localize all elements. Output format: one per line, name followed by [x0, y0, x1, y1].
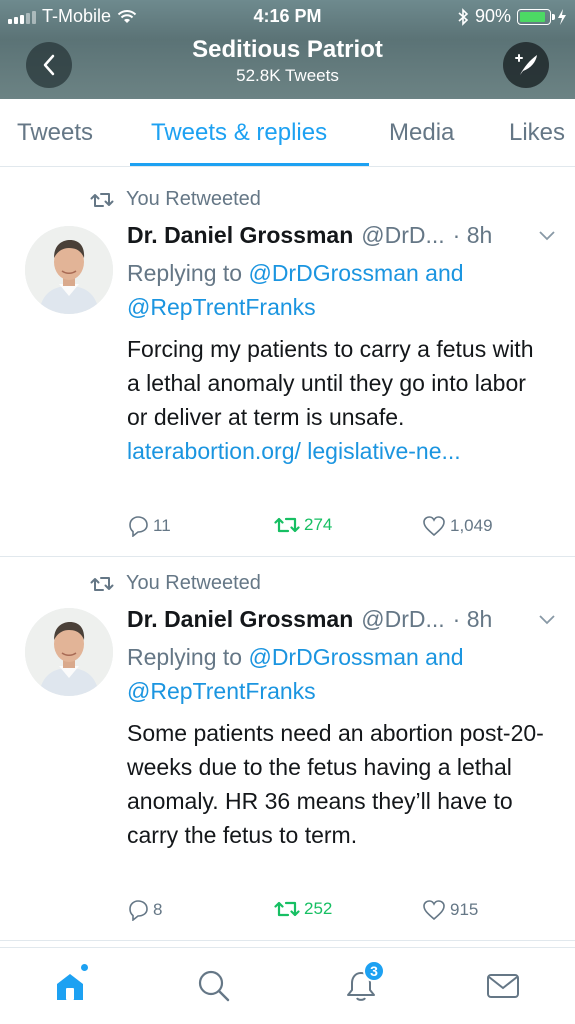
- retweet-action[interactable]: 252: [274, 899, 332, 919]
- retweet-action[interactable]: 274: [274, 515, 332, 535]
- author-name[interactable]: Dr. Daniel Grossman: [127, 222, 353, 249]
- like-action[interactable]: 1,049: [422, 515, 493, 537]
- mention-link[interactable]: @RepTrentFranks: [127, 678, 316, 704]
- tweet-text: Some patients need an abortion post-20-w…: [127, 716, 547, 852]
- like-count: 1,049: [450, 516, 493, 535]
- replying-to: Replying to @DrDGrossman and @RepTrentFr…: [127, 256, 547, 324]
- notifications-badge: 3: [363, 960, 385, 982]
- replying-prefix: Replying to: [127, 644, 249, 670]
- avatar-image: [25, 608, 113, 696]
- compose-button[interactable]: [503, 42, 549, 88]
- battery-percent: 90%: [474, 6, 511, 26]
- chevron-down-icon[interactable]: [539, 230, 555, 241]
- tweet-time: · 8h: [452, 606, 493, 632]
- like-action[interactable]: 915: [422, 899, 478, 921]
- status-right: 90%: [457, 6, 567, 27]
- reply-action[interactable]: 8: [127, 899, 162, 921]
- retweet-context: You Retweeted: [90, 572, 261, 595]
- avatar-image: [25, 226, 113, 314]
- avatar[interactable]: [25, 608, 113, 696]
- compose-tweet-icon: [515, 54, 537, 75]
- retweet-label: You Retweeted: [126, 188, 261, 210]
- battery-icon: [517, 8, 555, 25]
- tweet-text-body: Forcing my patients to carry a fetus wit…: [127, 336, 534, 430]
- chevron-down-icon[interactable]: [539, 614, 555, 625]
- tweet-time: · 8h: [452, 222, 493, 248]
- mail-icon: [487, 974, 519, 998]
- replying-prefix: Replying to: [127, 260, 249, 286]
- nav-search[interactable]: [194, 966, 234, 1006]
- tweet-actions: 8 252 915: [127, 899, 547, 925]
- author-handle: @DrD...: [361, 222, 445, 248]
- author-handle: @DrD...: [361, 606, 445, 632]
- heart-icon: [423, 900, 445, 921]
- retweet-icon: [90, 576, 114, 591]
- author-name[interactable]: Dr. Daniel Grossman: [127, 606, 353, 633]
- nav-messages[interactable]: [483, 966, 523, 1006]
- tweet-actions: 11 274 1,049: [127, 515, 547, 541]
- tweet-text-body: Some patients need an abortion post-20-w…: [127, 720, 544, 848]
- tweet-count: 52.8K Tweets: [236, 66, 339, 85]
- reply-and: and: [418, 260, 464, 286]
- reply-action[interactable]: 11: [127, 515, 171, 537]
- tweet-card[interactable]: You Retweeted Dr. Daniel Grossman @DrD..…: [0, 174, 575, 557]
- active-tab-indicator: [130, 163, 369, 166]
- retweet-count: 252: [304, 899, 333, 918]
- new-tweets-dot: [81, 964, 88, 971]
- nav-notifications[interactable]: 3: [341, 960, 385, 1006]
- mention-link[interactable]: @DrDGrossman: [248, 260, 418, 286]
- retweet-icon: [274, 517, 300, 533]
- battery-fill: [520, 11, 546, 22]
- tweet-header: Dr. Daniel Grossman @DrD... · 8h: [127, 222, 555, 249]
- tab-tweets-and-replies[interactable]: Tweets & replies: [151, 119, 327, 147]
- avatar[interactable]: [25, 226, 113, 314]
- home-icon: [57, 974, 83, 1000]
- profile-name: Seditious Patriot: [192, 36, 383, 63]
- tweet-card[interactable]: You Retweeted Dr. Daniel Grossman @DrD..…: [0, 558, 575, 941]
- mention-link[interactable]: @DrDGrossman: [248, 644, 418, 670]
- nav-home[interactable]: [50, 964, 90, 1006]
- retweet-count: 274: [304, 515, 333, 534]
- replying-to: Replying to @DrDGrossman and @RepTrentFr…: [127, 640, 547, 708]
- bluetooth-icon: [458, 7, 469, 26]
- profile-header: T-Mobile 4:16 PM 90% Seditious Patriot 5…: [0, 0, 575, 99]
- search-icon: [198, 970, 230, 1002]
- tweet-header: Dr. Daniel Grossman @DrD... · 8h: [127, 606, 555, 633]
- status-bar: T-Mobile 4:16 PM 90%: [0, 0, 575, 34]
- tweet-link[interactable]: laterabortion.org/ legislative-ne...: [127, 438, 461, 464]
- reply-icon: [129, 900, 148, 921]
- charging-icon: [558, 8, 566, 25]
- tab-tweets[interactable]: Tweets: [17, 119, 93, 147]
- reply-and: and: [418, 644, 464, 670]
- reply-count: 8: [153, 900, 163, 919]
- heart-icon: [423, 516, 445, 537]
- reply-icon: [129, 516, 148, 537]
- mention-link[interactable]: @RepTrentFranks: [127, 294, 316, 320]
- profile-tabs: Tweets Tweets & replies Media Likes: [0, 99, 575, 167]
- bottom-tab-bar: 3: [0, 947, 575, 1024]
- tab-media[interactable]: Media: [389, 119, 454, 147]
- retweet-icon: [274, 901, 300, 917]
- retweet-label: You Retweeted: [126, 572, 261, 594]
- reply-count: 11: [153, 516, 171, 535]
- retweet-icon: [90, 192, 114, 207]
- tweet-text: Forcing my patients to carry a fetus wit…: [127, 332, 547, 468]
- tab-likes[interactable]: Likes: [509, 119, 565, 147]
- like-count: 915: [450, 900, 479, 919]
- retweet-context: You Retweeted: [90, 188, 261, 211]
